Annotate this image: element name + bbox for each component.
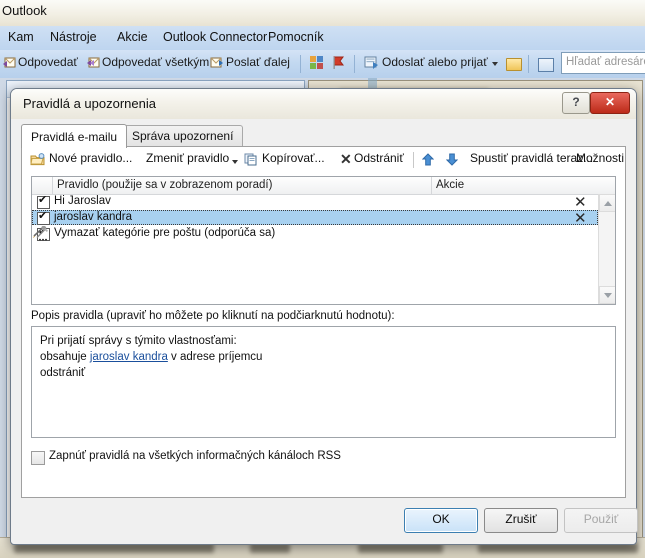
tab-email-rules[interactable]: Pravidlá e-mailu bbox=[21, 124, 128, 148]
description-line-2-prefix: obsahuje bbox=[40, 351, 90, 363]
rule-name: Vymazať kategórie pre poštu (odporúča sa… bbox=[54, 227, 276, 239]
outlook-titlebar: Outlook bbox=[0, 0, 645, 27]
new-rule-button[interactable]: Nové pravidlo... bbox=[49, 151, 132, 165]
menu-akcie[interactable]: Akcie bbox=[117, 30, 148, 44]
delete-button[interactable]: Odstrániť bbox=[354, 151, 404, 165]
rule-description-label: Popis pravidla (upraviť ho môžete po kli… bbox=[31, 310, 395, 322]
rule-action-cell: ✕ bbox=[572, 209, 590, 227]
help-button[interactable]: ? bbox=[562, 92, 590, 114]
rule-enabled-checkbox[interactable] bbox=[37, 210, 50, 225]
delete-x-icon: ✕ bbox=[574, 209, 587, 227]
toolbar-reply-label[interactable]: Odpovedať bbox=[18, 55, 78, 69]
table-row[interactable]: Vymazať kategórie pre poštu (odporúča sa… bbox=[32, 225, 598, 241]
rule-action-cell: ✕ bbox=[572, 193, 590, 211]
outlook-menubar: Kam Nástroje Akcie Outlook Connector Pom… bbox=[0, 26, 645, 51]
rules-rows: Hi Jaroslav ✕ jaroslav kandra ✕ bbox=[32, 193, 598, 304]
tab-panel-email-rules: Nové pravidlo... Zmeniť pravidlo Kopírov… bbox=[21, 146, 626, 498]
rule-description-box: Pri prijatí správy s týmito vlastnosťami… bbox=[31, 326, 616, 438]
send-receive-icon[interactable] bbox=[364, 56, 379, 70]
screen: Outlook Kam Nástroje Akcie Outlook Conne… bbox=[0, 0, 645, 558]
categorize-icon[interactable] bbox=[310, 56, 324, 70]
copy-button[interactable]: Kopírovať... bbox=[262, 151, 325, 165]
reply-all-icon[interactable] bbox=[86, 57, 100, 69]
description-line-3: odstrániť bbox=[40, 367, 86, 379]
triangle-down-icon bbox=[604, 293, 612, 298]
address-book-icon[interactable] bbox=[538, 58, 554, 72]
scroll-down-button[interactable] bbox=[599, 286, 615, 304]
tools-icon bbox=[32, 225, 50, 241]
triangle-up-icon bbox=[604, 201, 612, 206]
new-rule-icon[interactable] bbox=[30, 153, 45, 166]
outlook-app-title: Outlook bbox=[2, 3, 47, 18]
search-input[interactable]: Hľadať adresáre bbox=[561, 52, 645, 74]
rules-and-alerts-dialog: Pravidlá a upozornenia ? ✕ Pravidlá e-ma… bbox=[10, 88, 638, 545]
options-button[interactable]: Možnosti bbox=[576, 151, 624, 165]
tab-alerts-management[interactable]: Správa upozornení bbox=[122, 125, 244, 147]
toolbar-send-receive-label[interactable]: Odoslať alebo prijať bbox=[382, 55, 488, 69]
description-line-2-suffix: v adrese príjemcu bbox=[167, 351, 263, 363]
rule-name: jaroslav kandra bbox=[54, 211, 132, 223]
copy-icon[interactable] bbox=[244, 153, 258, 166]
search-placeholder: Hľadať adresáre bbox=[566, 56, 645, 68]
toolbar-separator-2 bbox=[354, 55, 355, 73]
column-header-action[interactable]: Akcie bbox=[436, 179, 464, 191]
header-divider bbox=[52, 177, 53, 194]
dialog-title: Pravidlá a upozornenia bbox=[23, 96, 156, 111]
forward-icon[interactable] bbox=[210, 57, 224, 69]
ok-button[interactable]: OK bbox=[404, 508, 478, 533]
change-rule-button[interactable]: Zmeniť pravidlo bbox=[146, 151, 229, 165]
menu-nastroje[interactable]: Nástroje bbox=[50, 30, 97, 44]
toolbar-reply-all-label[interactable]: Odpovedať všetkým bbox=[102, 55, 209, 69]
menu-kam[interactable]: Kam bbox=[8, 30, 34, 44]
tabstrip: Pravidlá e-mailu Správa upozornení bbox=[21, 124, 626, 148]
description-value-link[interactable]: jaroslav kandra bbox=[90, 351, 168, 363]
rss-rules-label: Zapnúť pravidlá na všetkých informačných… bbox=[49, 450, 341, 462]
chevron-down-icon[interactable] bbox=[232, 160, 238, 164]
toolbar-separator-1 bbox=[300, 55, 301, 73]
rss-rules-checkbox[interactable] bbox=[31, 451, 45, 465]
chevron-down-icon[interactable] bbox=[492, 62, 498, 66]
close-button[interactable]: ✕ bbox=[590, 92, 630, 114]
menu-pomocnik[interactable]: Pomocník bbox=[268, 30, 324, 44]
flag-icon[interactable] bbox=[332, 56, 345, 70]
delete-x-icon[interactable]: ✕ bbox=[340, 152, 352, 166]
table-row[interactable]: Hi Jaroslav ✕ bbox=[32, 193, 598, 211]
rules-list-scrollbar[interactable] bbox=[598, 194, 615, 304]
rule-action-cell bbox=[32, 225, 50, 241]
toolbar-separator-3 bbox=[528, 55, 529, 73]
toolbar-forward-label[interactable]: Poslať ďalej bbox=[226, 55, 290, 69]
reply-icon[interactable] bbox=[2, 57, 16, 69]
dialog-titlebar[interactable]: Pravidlá a upozornenia ? ✕ bbox=[11, 89, 636, 120]
rules-list-header: Pravidlo (použije sa v zobrazenom poradí… bbox=[32, 177, 615, 195]
description-line-1: Pri prijatí správy s týmito vlastnosťami… bbox=[40, 335, 237, 347]
arrow-up-icon[interactable] bbox=[421, 153, 435, 166]
rule-enabled-checkbox[interactable] bbox=[37, 194, 50, 209]
scroll-up-button[interactable] bbox=[599, 194, 615, 212]
arrow-down-icon[interactable] bbox=[445, 153, 459, 166]
rules-list: Pravidlo (použije sa v zobrazenom poradí… bbox=[31, 176, 616, 305]
column-header-rule[interactable]: Pravidlo (použije sa v zobrazenom poradí… bbox=[57, 179, 272, 191]
table-row[interactable]: jaroslav kandra ✕ bbox=[32, 209, 598, 227]
rules-toolbar: Nové pravidlo... Zmeniť pravidlo Kopírov… bbox=[22, 147, 625, 173]
folder-icon[interactable] bbox=[506, 58, 522, 71]
description-line-2: obsahuje jaroslav kandra v adrese príjem… bbox=[40, 351, 262, 363]
outlook-toolbar: Odpovedať Odpovedať všetkým Poslať ďalej… bbox=[0, 50, 645, 79]
rule-name: Hi Jaroslav bbox=[54, 195, 111, 207]
menu-outlook-connector[interactable]: Outlook Connector bbox=[163, 30, 267, 44]
dialog-footer: OK Zrušiť Použiť bbox=[11, 500, 638, 544]
toolbar-separator bbox=[413, 152, 414, 168]
dialog-body: Pravidlá e-mailu Správa upozornení Nové … bbox=[11, 119, 638, 544]
run-rules-now-button[interactable]: Spustiť pravidlá teraz... bbox=[470, 151, 593, 165]
cancel-button[interactable]: Zrušiť bbox=[484, 508, 558, 533]
apply-button: Použiť bbox=[564, 508, 638, 533]
header-divider bbox=[431, 177, 432, 194]
